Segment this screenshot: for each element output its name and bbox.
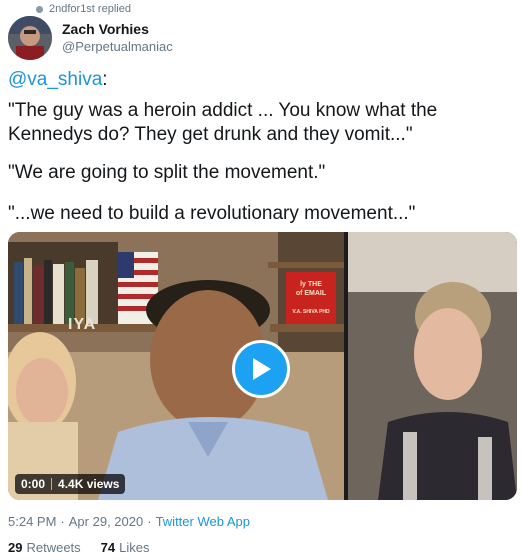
retweets-label: Retweets	[26, 540, 81, 555]
meta-separator: ·	[60, 514, 65, 529]
video-player[interactable]: ly THE of EMAIL V.A. SHIVA PHD IYA 0:00 …	[8, 232, 517, 500]
tweet-meta: 5:24 PM · Apr 29, 2020 · Twitter Web App	[8, 514, 250, 529]
reply-context-text: 2ndfor1st replied	[49, 3, 131, 15]
tweet-source-link[interactable]: Twitter Web App	[156, 514, 250, 529]
book-cover: ly THE of EMAIL V.A. SHIVA PHD	[286, 280, 336, 317]
book-title-line1: ly THE	[300, 281, 322, 288]
tweet-author[interactable]: Zach Vorhies @Perpetualmaniac	[8, 16, 173, 60]
likes-label: Likes	[119, 540, 150, 555]
retweets-count: 29	[8, 540, 23, 555]
tweet-time[interactable]: 5:24 PM	[8, 514, 56, 529]
mention-link[interactable]: @va_shiva	[8, 69, 102, 90]
tweet-paragraph: "...we need to build a revolutionary mov…	[8, 203, 416, 224]
tweet-date[interactable]: Apr 29, 2020	[69, 514, 143, 529]
tweet-paragraph: "The guy was a heroin addict ... You kno…	[8, 100, 438, 145]
badge-separator	[51, 478, 53, 490]
reply-indicator-icon	[36, 5, 43, 13]
book-author: V.A. SHIVA PHD	[292, 309, 330, 315]
tweet-paragraph: "We are going to split the movement."	[8, 162, 326, 183]
mention-suffix: :	[102, 69, 108, 90]
meta-separator: ·	[147, 514, 152, 529]
video-views: 4.4K views	[58, 477, 120, 491]
video-badge: 0:00 4.4K views	[15, 474, 126, 494]
book-title-line2: of EMAIL	[295, 290, 327, 297]
mention-line: @va_shiva:	[8, 68, 108, 92]
video-time: 0:00	[21, 477, 46, 491]
author-handle[interactable]: @Perpetualmaniac	[62, 38, 173, 55]
avatar[interactable]	[8, 16, 52, 60]
likes-stat[interactable]: 74 Likes	[101, 540, 150, 555]
shelf-sign: IYA	[68, 316, 97, 333]
retweets-stat[interactable]: 29 Retweets	[8, 540, 81, 555]
likes-count: 74	[100, 540, 116, 555]
tweet-stats: 29 Retweets 74 Likes	[8, 540, 170, 555]
play-icon	[253, 358, 271, 380]
play-button[interactable]	[232, 340, 290, 398]
author-display-name[interactable]: Zach Vorhies	[62, 21, 173, 38]
reply-context[interactable]: 2ndfor1st replied	[36, 2, 131, 16]
